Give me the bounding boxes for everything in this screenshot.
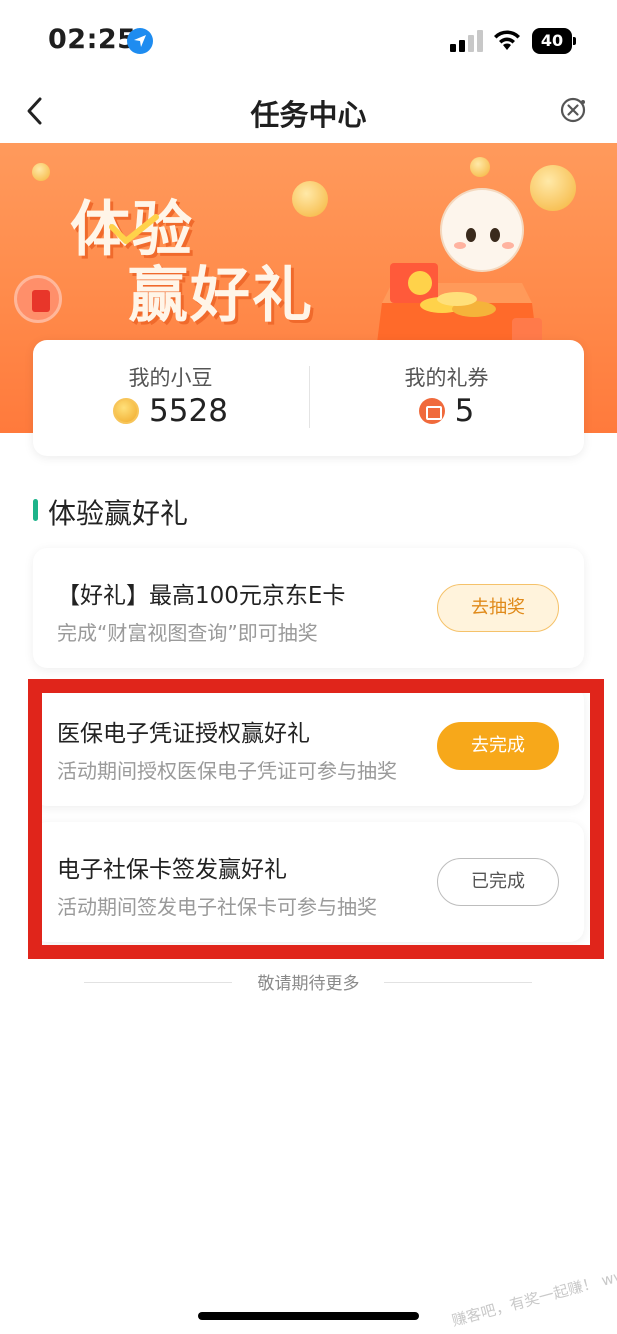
coupons-stat[interactable]: 我的礼券 5 [309, 340, 584, 456]
mascot-icon [440, 188, 524, 272]
home-indicator[interactable] [198, 1312, 419, 1320]
page-title: 任务中心 [250, 98, 367, 132]
wifi-icon [494, 30, 520, 50]
location-arrow-icon [127, 28, 153, 54]
watermark: 赚客吧，有奖一起赚！ www.zuanke8.com [449, 1236, 617, 1330]
footer-divider-right [384, 982, 532, 983]
go-lottery-button[interactable]: 去抽奖 [437, 584, 559, 632]
beans-value: 5528 [149, 393, 228, 429]
beans-stat[interactable]: 我的小豆 5528 [33, 340, 308, 456]
banner-title-line2: 赢好礼 [128, 261, 314, 331]
coupons-label: 我的礼券 [404, 366, 489, 390]
stats-divider [309, 366, 310, 428]
status-bar: 02:25 40 [0, 0, 617, 80]
check-mark-icon [109, 214, 159, 244]
nav-bar: 任务中心 [0, 80, 617, 142]
task-card-jd-ecard: 【好礼】最高100元京东E卡 完成“财富视图查询”即可抽奖 去抽奖 [33, 548, 584, 668]
battery-icon: 40 [532, 28, 576, 54]
coupon-icon [418, 398, 445, 424]
coin-decoration-icon [530, 165, 576, 211]
red-envelope-icon [14, 275, 62, 323]
battery-level: 40 [532, 28, 572, 54]
coin-decoration-icon [32, 163, 50, 181]
coin-decoration-icon [470, 157, 490, 177]
coupons-value: 5 [454, 393, 475, 429]
close-circle-icon[interactable] [558, 95, 588, 125]
highlight-annotation-box [28, 679, 604, 959]
cellular-signal-icon [450, 30, 484, 52]
status-time: 02:25 [48, 24, 137, 55]
beans-label: 我的小豆 [128, 366, 213, 390]
section-title: 体验赢好礼 [48, 497, 189, 530]
section-accent-bar [33, 499, 38, 521]
task-title: 【好礼】最高100元京东E卡 [57, 583, 346, 609]
bean-coin-icon [113, 398, 140, 424]
task-desc: 完成“财富视图查询”即可抽奖 [57, 621, 318, 645]
coin-decoration-icon [292, 181, 328, 217]
